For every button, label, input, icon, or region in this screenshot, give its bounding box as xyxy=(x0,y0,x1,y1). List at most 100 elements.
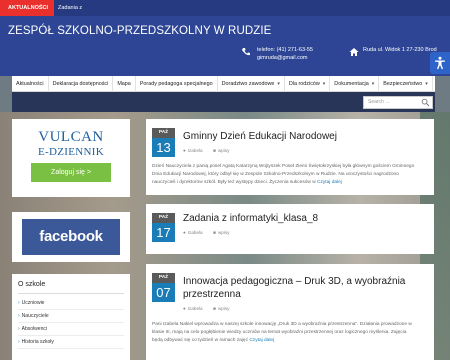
nav-item[interactable]: Dokumentacja ▾ xyxy=(330,76,380,92)
news-tag[interactable]: AKTUALNOŚCI xyxy=(0,0,55,16)
nav-item[interactable]: Mapa xyxy=(113,76,136,92)
nav-item[interactable]: Aktualności xyxy=(12,76,49,92)
nav-item-label: Bezpieczeństwo xyxy=(383,81,423,87)
facebook-logo[interactable]: facebook xyxy=(22,219,120,255)
read-more-link[interactable]: Czytaj dalej xyxy=(249,338,274,343)
post-month: PAŹ xyxy=(152,273,175,283)
post-date: PAŹ 07 xyxy=(152,273,175,302)
post-date: PAŹ 17 xyxy=(152,213,175,242)
user-icon: ● xyxy=(183,148,186,153)
vulcan-logo-title: VULCAN xyxy=(38,129,104,145)
chevron-right-icon: › xyxy=(18,300,20,306)
post-card: PAŹ 13 Gminny Dzień Edukacji Narodowej ●… xyxy=(146,119,434,195)
about-school-link[interactable]: › Absolwenci xyxy=(18,323,124,336)
excerpt-line: Dzień Nauczyciela z panią posel Agatą Ka… xyxy=(152,164,415,169)
nav-item-label: Mapa xyxy=(117,81,131,87)
nav-item-label: Deklaracja dostępności xyxy=(52,81,109,87)
post-meta: ● Izabela ■ wpisy xyxy=(183,148,229,153)
post-month: PAŹ xyxy=(152,213,175,223)
about-school-link-label: Uczniowie xyxy=(21,300,45,306)
nav-item[interactable]: Doradztwo zawodowe ▾ xyxy=(218,76,285,92)
chevron-down-icon: ▾ xyxy=(322,81,326,87)
chevron-down-icon: ▾ xyxy=(425,81,428,87)
nav-item[interactable]: Porady pedagoga specjalnego xyxy=(136,76,218,92)
nav-item-label: Porady pedagoga specjalnego xyxy=(139,81,213,87)
post-meta: ● Izabela ■ wpisy xyxy=(183,306,229,311)
news-ticker-text[interactable]: Zadania z xyxy=(58,0,82,16)
folder-icon: ■ xyxy=(213,230,216,235)
vulcan-widget[interactable]: VULCAN E-DZIENNIK Zaloguj się > xyxy=(12,119,130,197)
site-header: ZESPÓŁ SZKOLNO-PRZEDSZKOLNY W RUDZIE tel… xyxy=(0,16,450,76)
post-day: 13 xyxy=(152,138,175,157)
post-month: PAŹ xyxy=(152,128,175,138)
nav-item[interactable]: Deklaracja dostępności xyxy=(49,76,114,92)
facebook-widget[interactable]: facebook xyxy=(12,212,130,262)
home-icon xyxy=(349,48,359,56)
post-title-line[interactable]: Zadania z informatyki_klasa_8 xyxy=(183,212,318,225)
post-title[interactable]: Innowacja pedagogiczna – Druk 3D, a wyob… xyxy=(183,275,405,301)
post-title-line[interactable]: przestrzenna xyxy=(183,288,405,301)
chevron-down-icon: ▾ xyxy=(371,81,375,87)
post-card: PAŹ 07 Innowacja pedagogiczna – Druk 3D,… xyxy=(146,264,434,360)
post-excerpt: Pani Izabela Nakiel wprowadza w naszej s… xyxy=(152,321,427,344)
chevron-right-icon: › xyxy=(18,339,20,345)
post-title-line[interactable]: Innowacja pedagogiczna – Druk 3D, a wyob… xyxy=(183,275,405,288)
site-title[interactable]: ZESPÓŁ SZKOLNO-PRZEDSZKOLNY W RUDZIE xyxy=(8,25,271,37)
post-day: 17 xyxy=(152,223,175,242)
post-title[interactable]: Zadania z informatyki_klasa_8 xyxy=(183,212,318,225)
folder-icon: ■ xyxy=(213,306,216,311)
chevron-right-icon: › xyxy=(18,326,20,332)
folder-icon: ■ xyxy=(213,148,216,153)
excerpt-line: Pani Izabela Nakiel wprowadza w naszej s… xyxy=(152,322,412,327)
post-card: PAŹ 17 Zadania z informatyki_klasa_8 ● Iz… xyxy=(146,204,434,254)
phone-icon xyxy=(242,48,250,56)
about-school-widget: O szkole › Uczniowie › Nauczyciele › Absolwen… xyxy=(12,274,130,360)
read-more-link[interactable]: Czytaj dalej xyxy=(317,180,342,185)
search-input[interactable]: Search ... xyxy=(363,96,433,109)
nav-item[interactable]: Bezpieczeństwo ▾ xyxy=(379,76,433,92)
excerpt-line: będą odbywać się co tydzień w ramach zaj… xyxy=(152,337,248,343)
post-title-line[interactable]: Gminny Dzień Edukacji Narodowej xyxy=(183,130,337,143)
about-school-link-label: Absolwenci xyxy=(21,326,47,332)
post-category[interactable]: wpisy xyxy=(218,306,230,311)
post-category[interactable]: wpisy xyxy=(218,230,230,235)
accessibility-button[interactable] xyxy=(430,52,450,74)
post-date: PAŹ 13 xyxy=(152,128,175,157)
chevron-down-icon: ▾ xyxy=(277,81,280,87)
search-icon[interactable] xyxy=(421,98,430,107)
user-icon: ● xyxy=(183,230,186,235)
nav-item-label: Aktualności xyxy=(16,81,44,87)
post-category[interactable]: wpisy xyxy=(218,148,230,153)
email-address[interactable]: gimruda@gmail.com xyxy=(257,55,313,63)
nav-item-label: Doradztwo zawodowe xyxy=(221,81,275,87)
post-author[interactable]: Izabela xyxy=(188,148,203,153)
address-text: Ruda ul. Widok 1 27-230 Brod xyxy=(363,47,437,53)
about-school-heading: O szkole xyxy=(18,281,46,288)
vulcan-logo-subtitle: E-DZIENNIK xyxy=(38,146,104,158)
about-school-link-label: Historia szkoły xyxy=(21,339,54,345)
chevron-right-icon: › xyxy=(18,313,20,319)
post-day: 07 xyxy=(152,283,175,302)
nav-item-label: Dokumentacja xyxy=(334,81,369,87)
about-school-link-label: Nauczyciele xyxy=(21,313,49,319)
news-ticker-bar: AKTUALNOŚCI Zadania z xyxy=(0,0,450,16)
excerpt-line: Dnia Edukacji Narodowej, który odbył się… xyxy=(152,171,399,177)
accessibility-icon xyxy=(435,56,445,70)
post-meta: ● Izabela ■ wpisy xyxy=(183,230,229,235)
post-author[interactable]: Izabela xyxy=(188,230,203,235)
post-excerpt: Dzień Nauczyciela z panią posel Agatą Ka… xyxy=(152,163,427,186)
search-placeholder: Search ... xyxy=(368,99,390,105)
post-title[interactable]: Gminny Dzień Edukacji Narodowej xyxy=(183,130,337,143)
widget-divider xyxy=(18,293,124,294)
about-school-link[interactable]: › Uczniowie xyxy=(18,297,124,310)
vulcan-login-button[interactable]: Zaloguj się > xyxy=(31,163,111,182)
phone-number: telefon: (41) 271-63-55 xyxy=(257,47,313,53)
about-school-link[interactable]: › Historia szkoły xyxy=(18,336,124,349)
main-nav: Aktualności Deklaracja dostępności Mapa Por… xyxy=(12,76,435,92)
about-school-link[interactable]: › Nauczyciele xyxy=(18,310,124,323)
nav-item[interactable]: Dla rodziców ▾ xyxy=(285,76,331,92)
post-author[interactable]: Izabela xyxy=(188,306,203,311)
user-icon: ● xyxy=(183,306,186,311)
nav-item-label: Dla rodziców xyxy=(288,81,320,87)
excerpt-line: klasie III, mają na celu pogłębienie wie… xyxy=(152,329,407,335)
